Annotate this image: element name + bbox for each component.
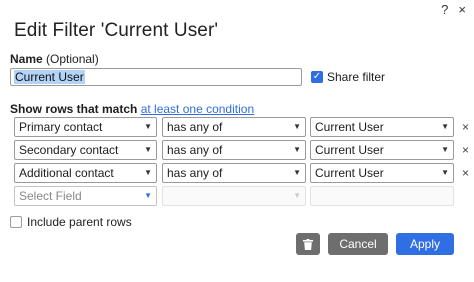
condition-operator-value: has any of bbox=[167, 166, 223, 180]
chevron-down-icon: ▼ bbox=[293, 191, 301, 200]
condition-field-select[interactable]: Additional contact ▼ bbox=[14, 163, 157, 183]
delete-filter-button[interactable] bbox=[296, 233, 320, 255]
condition-operator-value: has any of bbox=[167, 143, 223, 157]
condition-value-value: Current User bbox=[315, 166, 384, 180]
chevron-down-icon: ▼ bbox=[293, 168, 301, 177]
share-filter-label: Share filter bbox=[327, 70, 386, 84]
condition-field-value: Additional contact bbox=[19, 166, 114, 180]
chevron-down-icon: ▼ bbox=[144, 122, 152, 131]
chevron-down-icon: ▼ bbox=[293, 122, 301, 131]
remove-condition-icon[interactable]: × bbox=[462, 166, 469, 180]
chevron-down-icon: ▼ bbox=[441, 168, 449, 177]
share-filter-checkbox[interactable]: ✓ bbox=[311, 71, 323, 83]
apply-button[interactable]: Apply bbox=[396, 233, 454, 255]
chevron-down-icon: ▼ bbox=[441, 145, 449, 154]
chevron-down-icon: ▼ bbox=[441, 122, 449, 131]
close-icon[interactable]: × bbox=[458, 2, 466, 17]
help-icon[interactable]: ? bbox=[441, 2, 448, 17]
condition-value-value: Current User bbox=[315, 143, 384, 157]
chevron-down-icon: ▼ bbox=[144, 145, 152, 154]
condition-value-select[interactable]: Current User ▼ bbox=[310, 117, 454, 137]
condition-operator-value: has any of bbox=[167, 120, 223, 134]
share-filter-option[interactable]: ✓ Share filter bbox=[311, 70, 385, 84]
condition-field-value: Primary contact bbox=[19, 120, 103, 134]
include-parent-rows-option[interactable]: Include parent rows bbox=[10, 215, 132, 229]
dialog-title: Edit Filter 'Current User' bbox=[14, 20, 219, 41]
match-mode-link[interactable]: at least one condition bbox=[141, 102, 254, 116]
window-controls: ? × bbox=[441, 2, 466, 17]
new-condition-value-select bbox=[310, 186, 454, 206]
chevron-down-icon: ▼ bbox=[144, 168, 152, 177]
condition-operator-select[interactable]: has any of ▼ bbox=[162, 117, 306, 137]
match-prefix: Show rows that match bbox=[10, 102, 138, 116]
new-condition-field-placeholder: Select Field bbox=[19, 189, 82, 203]
match-condition-text: Show rows that match at least one condit… bbox=[10, 102, 254, 116]
filter-name-value: Current User bbox=[14, 70, 85, 84]
trash-icon bbox=[303, 238, 313, 250]
condition-operator-select[interactable]: has any of ▼ bbox=[162, 140, 306, 160]
new-condition-operator-select: ▼ bbox=[162, 186, 306, 206]
condition-operator-select[interactable]: has any of ▼ bbox=[162, 163, 306, 183]
remove-condition-icon[interactable]: × bbox=[462, 120, 469, 134]
name-label-optional: (Optional) bbox=[42, 52, 99, 66]
condition-field-select[interactable]: Secondary contact ▼ bbox=[14, 140, 157, 160]
name-label-bold: Name bbox=[10, 52, 43, 66]
new-condition-field-select[interactable]: Select Field ▼ bbox=[14, 186, 157, 206]
condition-value-select[interactable]: Current User ▼ bbox=[310, 163, 454, 183]
condition-field-select[interactable]: Primary contact ▼ bbox=[14, 117, 157, 137]
condition-value-value: Current User bbox=[315, 120, 384, 134]
include-parent-rows-label: Include parent rows bbox=[27, 215, 132, 229]
remove-condition-icon[interactable]: × bbox=[462, 143, 469, 157]
filter-name-input[interactable]: Current User bbox=[10, 68, 302, 86]
include-parent-rows-checkbox[interactable] bbox=[10, 216, 22, 228]
cancel-button[interactable]: Cancel bbox=[328, 233, 388, 255]
condition-value-select[interactable]: Current User ▼ bbox=[310, 140, 454, 160]
condition-field-value: Secondary contact bbox=[19, 143, 119, 157]
chevron-down-icon: ▼ bbox=[144, 191, 152, 200]
chevron-down-icon: ▼ bbox=[293, 145, 301, 154]
name-label: Name (Optional) bbox=[10, 52, 99, 66]
